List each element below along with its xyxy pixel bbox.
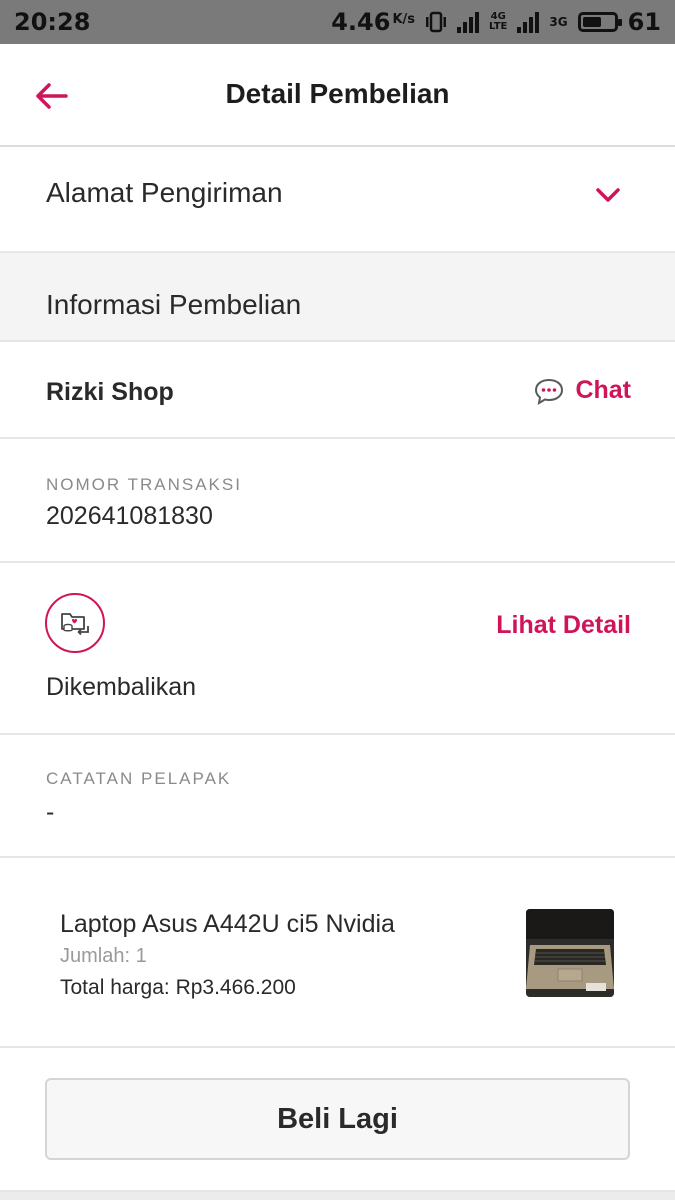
bottom-edge	[0, 1192, 675, 1200]
product-thumbnail[interactable]	[526, 909, 614, 997]
view-detail-link[interactable]: Lihat Detail	[496, 611, 631, 640]
product-name: Laptop Asus A442U ci5 Nvidia	[60, 910, 395, 938]
chat-button[interactable]: Chat	[533, 376, 631, 405]
order-status-row: Lihat Detail Dikembalikan	[0, 563, 675, 735]
status-bar: 20:28 4.46 K/s 4G LTE 3G 61	[0, 0, 675, 44]
product-total-price: Total harga: Rp3.466.200	[60, 976, 296, 999]
product-quantity: Jumlah: 1	[60, 945, 147, 967]
vibrate-icon	[425, 11, 447, 33]
status-indicators: 4.46 K/s 4G LTE 3G 61	[331, 8, 661, 36]
purchase-info-heading: Informasi Pembelian	[46, 289, 302, 320]
transaction-caption: NOMOR TRANSAKSI	[46, 475, 242, 494]
battery-fill	[582, 17, 601, 27]
return-package-icon	[45, 593, 105, 653]
signal-strength-2-icon	[517, 11, 540, 33]
signal-strength-icon	[457, 11, 480, 33]
network-speed-value: 4.46	[331, 8, 391, 36]
transaction-number: 202641081830	[46, 502, 213, 530]
network-type-4g: 4G LTE	[489, 12, 507, 32]
page-title: Detail Pembelian	[225, 78, 450, 109]
status-time: 20:28	[14, 8, 91, 36]
shop-name: Rizki Shop	[46, 378, 174, 406]
order-status-text: Dikembalikan	[46, 673, 197, 701]
battery-percent: 61	[627, 8, 661, 36]
battery-icon	[577, 12, 622, 32]
seller-note-caption: CATATAN PELAPAK	[46, 769, 232, 788]
purchase-info-section: Informasi Pembelian	[0, 253, 675, 340]
shipping-address-label: Alamat Pengiriman	[46, 177, 283, 208]
network-lte-label: LTE	[489, 21, 508, 32]
product-item[interactable]: Laptop Asus A442U ci5 Nvidia Jumlah: 1 T…	[0, 858, 675, 1048]
chat-label: Chat	[575, 376, 631, 404]
seller-note-text: -	[46, 798, 55, 826]
buy-again-button[interactable]: Beli Lagi	[45, 1078, 630, 1160]
shop-row: Rizki Shop Chat	[0, 340, 675, 439]
chevron-down-icon[interactable]	[591, 179, 625, 213]
chat-bubble-icon	[535, 378, 564, 405]
shipping-address-row[interactable]: Alamat Pengiriman	[0, 149, 675, 253]
network-speed: 4.46 K/s	[331, 8, 415, 36]
network-speed-unit: K/s	[392, 12, 416, 27]
seller-note-row: CATATAN PELAPAK -	[0, 735, 675, 858]
network-type-3g: 3G	[549, 15, 568, 29]
transaction-row: NOMOR TRANSAKSI 202641081830	[0, 439, 675, 563]
buy-again-section: Beli Lagi	[0, 1048, 675, 1192]
app-bar: Detail Pembelian	[0, 44, 675, 147]
